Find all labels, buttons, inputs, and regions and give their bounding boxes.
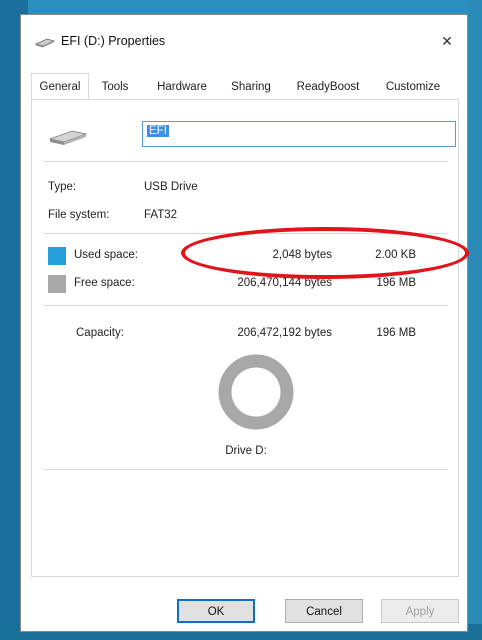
tab-sharing[interactable]: Sharing [223, 76, 279, 98]
file-system-value: FAT32 [144, 209, 178, 221]
capacity-label: Capacity: [76, 327, 124, 339]
separator [44, 305, 448, 306]
tab-readyboost[interactable]: ReadyBoost [285, 76, 371, 98]
drive-letter-label: Drive D: [225, 445, 267, 457]
free-space-swatch [48, 275, 66, 293]
drive-name-text: EFI [147, 125, 169, 137]
type-value: USB Drive [144, 181, 198, 193]
drive-icon [48, 130, 88, 145]
used-space-label: Used space: [74, 249, 138, 261]
file-system-label: File system: [48, 209, 110, 221]
close-icon: ✕ [441, 32, 453, 49]
used-space-swatch [48, 247, 66, 265]
tab-tools[interactable]: Tools [91, 76, 139, 98]
capacity-bytes: 206,472,192 bytes [237, 327, 332, 339]
capacity-highlight-ellipse [181, 227, 469, 279]
tab-strip: General Tools Hardware Sharing ReadyBoos… [31, 73, 459, 100]
free-space-size: 196 MB [376, 277, 416, 289]
free-space-label: Free space: [74, 277, 135, 289]
cancel-button[interactable]: Cancel [285, 599, 363, 623]
capacity-size: 196 MB [376, 327, 416, 339]
disk-usage-donut-chart [218, 354, 294, 430]
general-tab-panel: EFI Type: USB Drive File system: FAT32 U… [31, 99, 459, 577]
ok-button[interactable]: OK [177, 599, 255, 623]
separator [44, 161, 448, 162]
type-label: Type: [48, 181, 77, 193]
properties-dialog: EFI (D:) Properties ✕ General Tools Hard… [20, 14, 469, 632]
tab-general[interactable]: General [31, 73, 89, 99]
window-title: EFI (D:) Properties [61, 34, 166, 48]
close-button[interactable]: ✕ [427, 27, 467, 55]
drive-name-input[interactable]: EFI [142, 121, 456, 147]
free-space-ring [218, 354, 294, 430]
title-bar[interactable]: EFI (D:) Properties ✕ [21, 15, 467, 65]
apply-button[interactable]: Apply [381, 599, 459, 623]
tab-customize[interactable]: Customize [375, 76, 451, 98]
tab-hardware[interactable]: Hardware [147, 76, 217, 98]
usb-drive-icon [35, 38, 55, 48]
separator [44, 469, 448, 470]
desktop-background-right [468, 0, 482, 640]
